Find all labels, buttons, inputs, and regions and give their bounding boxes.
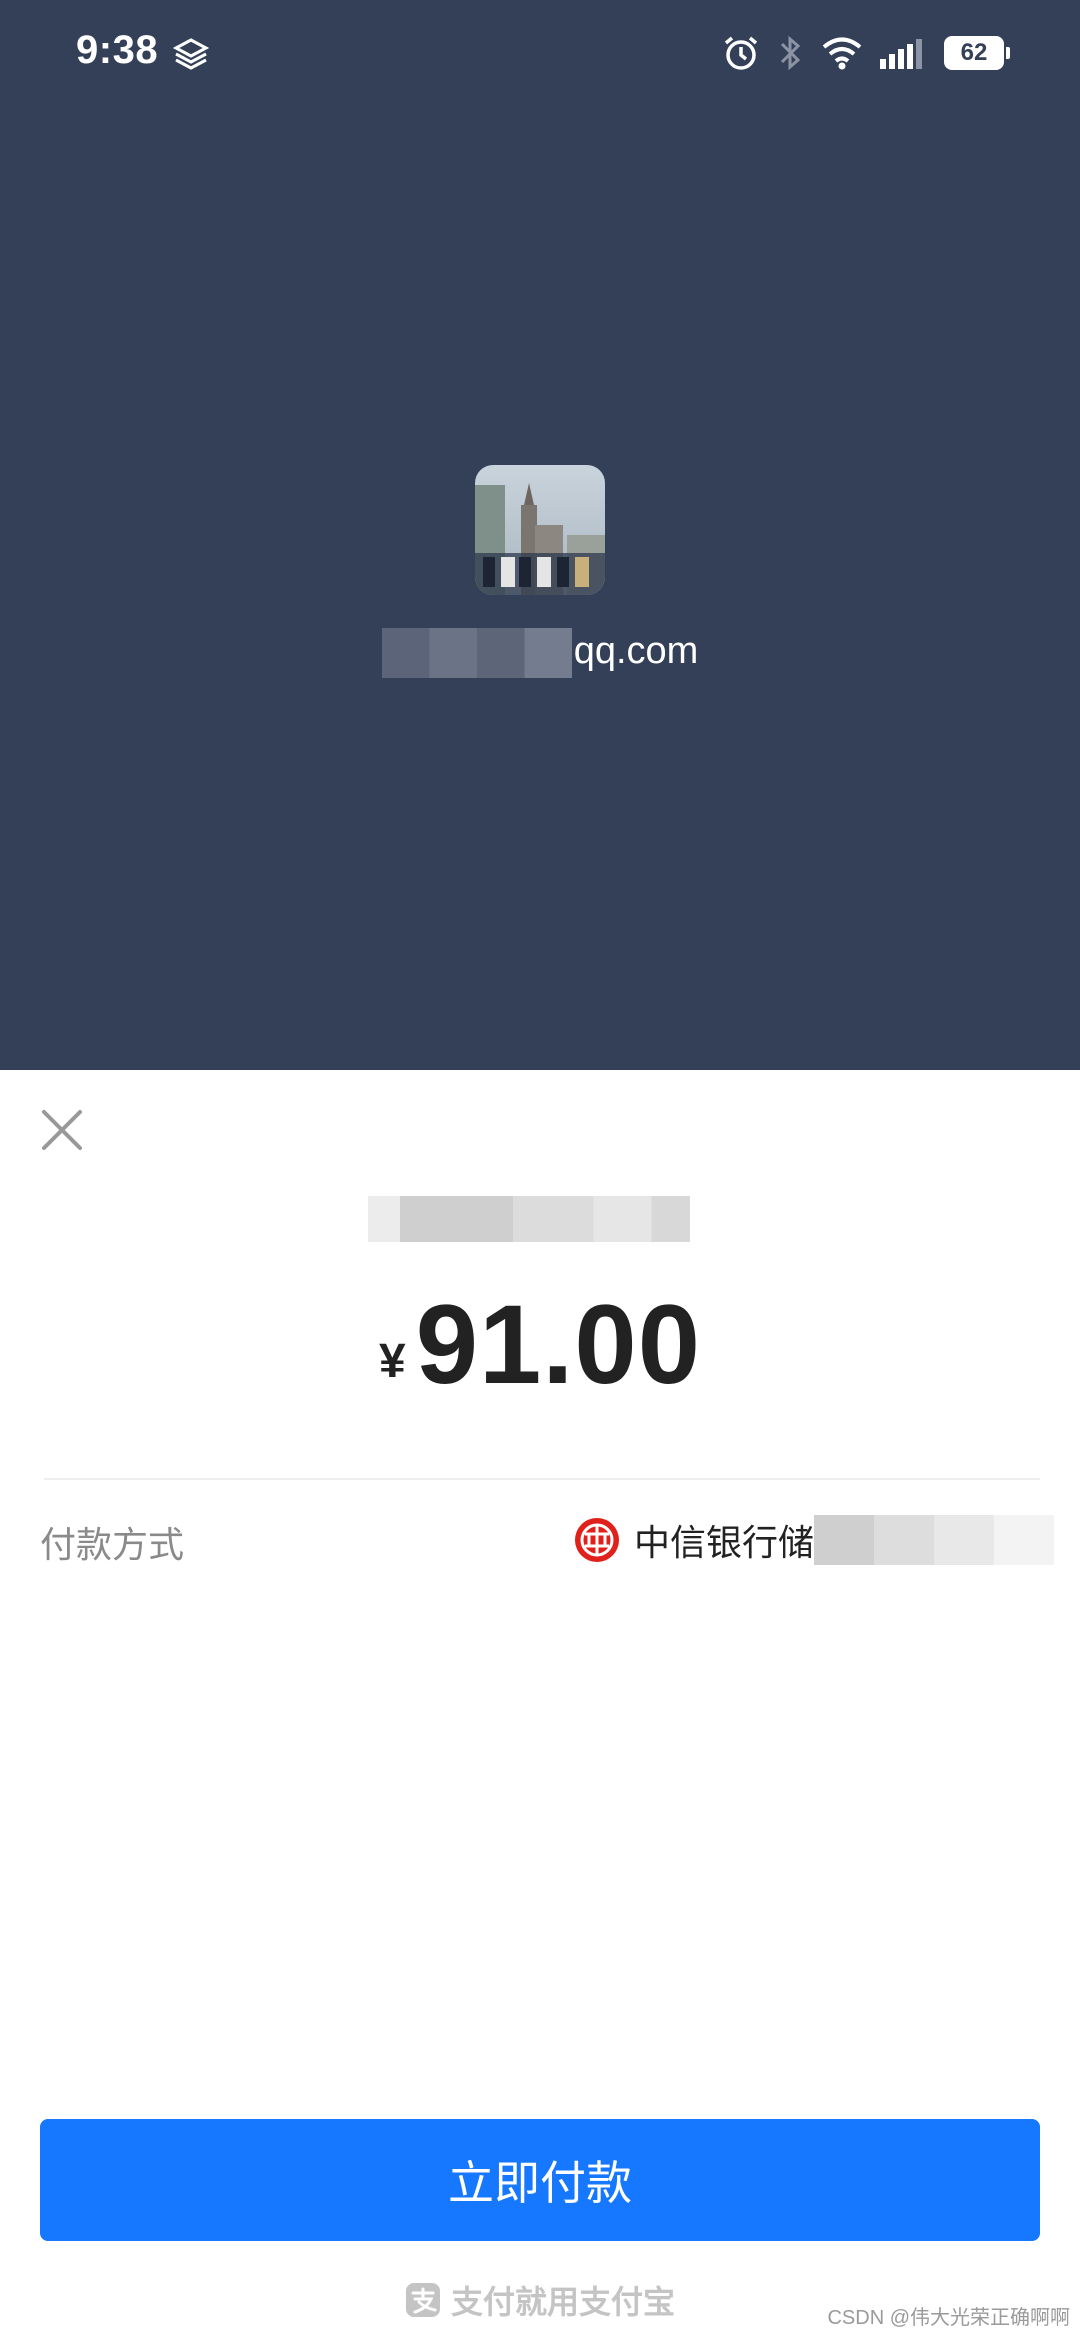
pay-method-selector[interactable]: 中信银行储	[574, 1510, 1055, 1570]
payment-amount: ¥91.00	[0, 1280, 1080, 1409]
bluetooth-icon	[780, 35, 801, 71]
battery-icon: 62	[944, 36, 1010, 70]
wifi-icon	[822, 37, 862, 70]
currency-symbol: ¥	[379, 1335, 406, 1388]
citic-bank-logo-icon	[575, 1518, 619, 1562]
payment-sheet: ¥91.00 付款方式 中信银行储 立即付款 支付就用支付宝 CSDN @伟大光…	[0, 1070, 1080, 2340]
battery-level: 62	[960, 39, 988, 66]
status-time: 9:38	[76, 28, 159, 72]
pay-method-label: 付款方式	[40, 1524, 185, 1565]
avatar-photo	[475, 465, 605, 595]
close-icon[interactable]	[38, 1106, 86, 1154]
account-suffix: qq.com	[573, 630, 699, 673]
account-mask	[381, 628, 572, 678]
pay-method-text: 中信银行储	[634, 1522, 815, 1563]
carrier-icon	[172, 38, 210, 70]
status-icons: 62	[722, 30, 1010, 76]
signal-icon	[880, 39, 922, 69]
status-bar: 9:38 62	[0, 0, 1080, 110]
amount-value: 91.00	[415, 1282, 701, 1407]
alarm-icon	[724, 36, 758, 70]
pay-now-button[interactable]: 立即付款	[40, 2119, 1040, 2241]
card-number-mask	[814, 1515, 1055, 1565]
divider	[44, 1478, 1040, 1480]
top-panel: 9:38 62 qq.com	[0, 0, 1080, 1070]
alipay-icon	[405, 2283, 440, 2317]
avatar	[475, 465, 605, 595]
csdn-watermark: CSDN @伟大光荣正确啊啊	[827, 2307, 1070, 2329]
payee-name-mask	[368, 1196, 690, 1242]
account-name: qq.com	[0, 628, 1080, 678]
footer-text: 支付就用支付宝	[450, 2284, 675, 2320]
